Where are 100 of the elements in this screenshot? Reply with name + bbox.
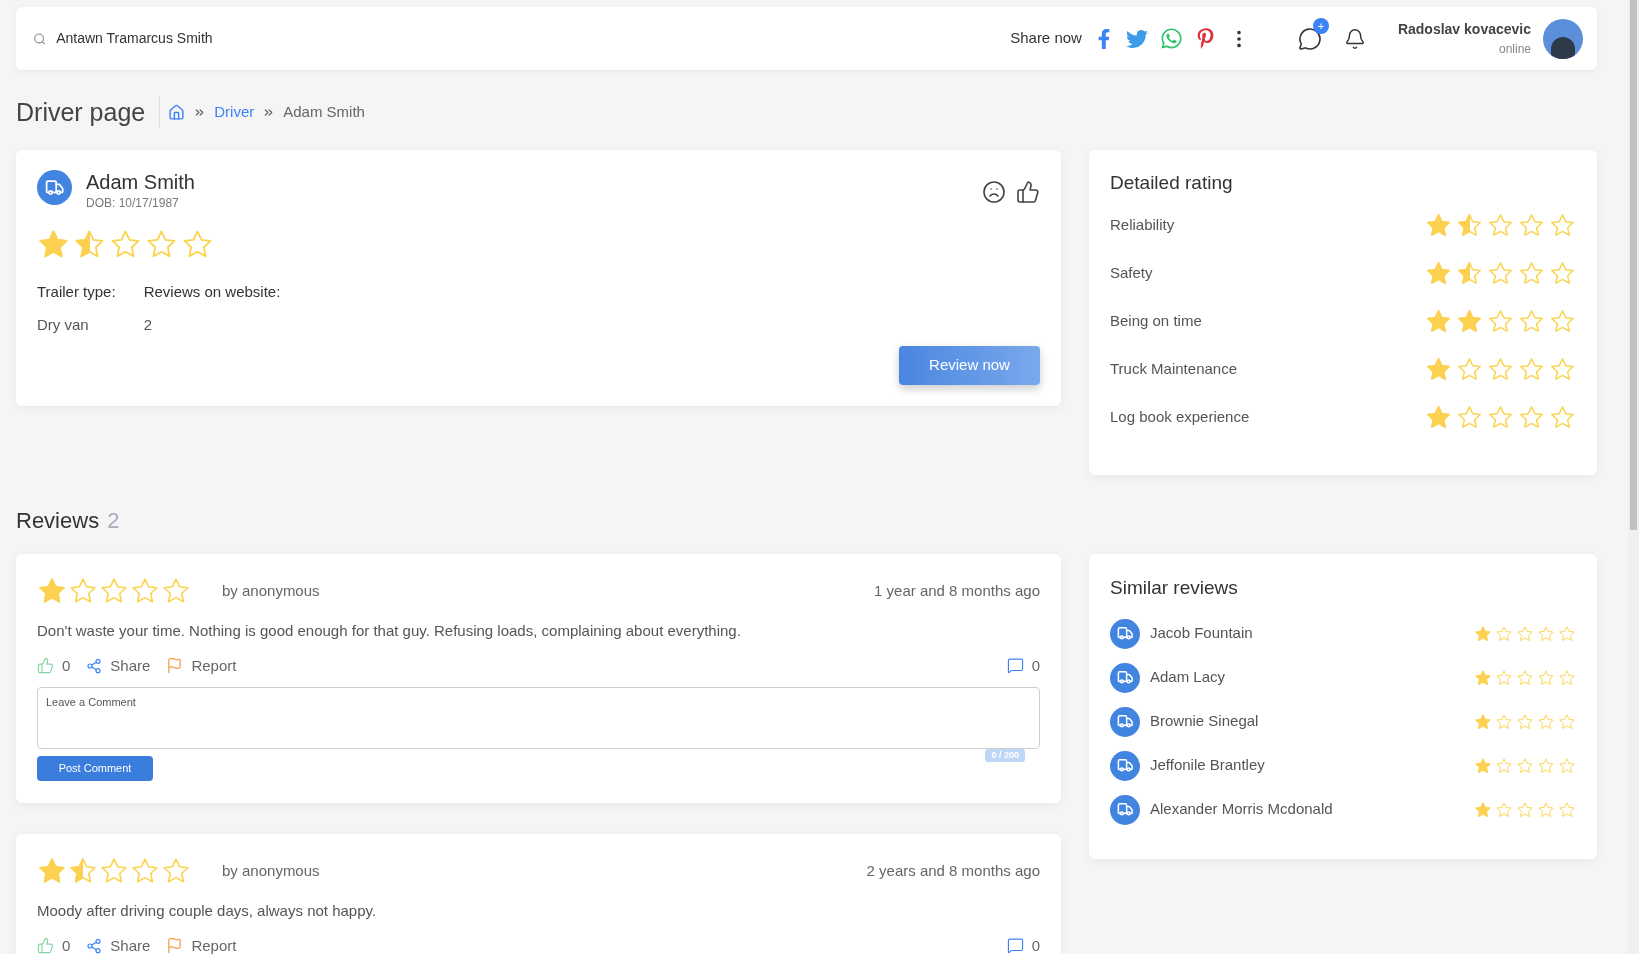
character-counter: 0 / 200 (985, 749, 1025, 762)
star-icon (68, 856, 98, 886)
star-icon (161, 576, 191, 606)
user-status: online (1498, 41, 1531, 58)
comment-field[interactable]: Leave a Comment (37, 687, 1040, 749)
share-icon (86, 937, 103, 954)
truck-icon (1110, 794, 1140, 825)
report-button[interactable]: Report (166, 934, 237, 954)
user-name: Radoslav kovacevic (1397, 20, 1531, 39)
star-icon (130, 576, 160, 606)
review-author: by anonymous (222, 860, 320, 881)
star-icon (1495, 624, 1513, 643)
home-icon[interactable] (168, 103, 186, 121)
star-icon (1474, 668, 1492, 687)
review-time: 1 year and 8 months ago (874, 580, 1040, 601)
star-icon (130, 856, 160, 886)
star-icon (1487, 404, 1514, 431)
similar-driver-name[interactable]: Jeffonile Brantley (1150, 754, 1265, 777)
star-icon (1518, 260, 1545, 287)
star-icon (1558, 624, 1576, 643)
search-icon (33, 31, 47, 46)
star-icon (1549, 308, 1576, 335)
post-comment-button[interactable]: Post Comment (37, 756, 153, 781)
breadcrumb-link[interactable]: Driver (214, 100, 255, 124)
report-button[interactable]: Report (166, 654, 237, 677)
star-icon (1516, 756, 1534, 775)
star-icon (1518, 356, 1545, 383)
star-icon (1474, 800, 1492, 819)
rating-label: Being on time (1110, 311, 1202, 332)
truck-icon (1110, 618, 1140, 649)
star-icon (1495, 712, 1513, 731)
review-time: 2 years and 8 months ago (866, 860, 1040, 881)
comment-icon (1006, 657, 1024, 675)
star-icon (1487, 308, 1514, 335)
star-icon (99, 576, 129, 606)
star-icon (1474, 624, 1492, 643)
rating-label: Safety (1110, 263, 1153, 284)
truck-icon (37, 170, 72, 205)
avatar-icon[interactable] (1543, 18, 1583, 59)
star-icon (1549, 356, 1576, 383)
twitter-icon[interactable] (1125, 27, 1148, 50)
star-icon (1549, 260, 1576, 287)
reviews-title: Reviews (16, 507, 100, 535)
star-icon (1558, 712, 1576, 731)
similar-driver-name[interactable]: Brownie Sinegal (1150, 710, 1259, 733)
comments-button[interactable]: 0 (1006, 934, 1040, 954)
star-icon (68, 576, 98, 606)
card-title: Similar reviews (1110, 576, 1239, 600)
share-button[interactable]: Share (86, 654, 151, 677)
star-icon (1456, 308, 1483, 335)
star-icon (1537, 800, 1555, 819)
comment-icon (1006, 937, 1024, 954)
star-icon (1516, 800, 1534, 819)
review-text: Don't waste your time. Nothing is good enough for that guy. Refusing loads, complaining about everything. (37, 621, 742, 641)
driver-dob: DOB: 10/17/1987 (86, 195, 180, 212)
review-text: Moody after driving couple days, always not happy. (37, 901, 378, 921)
star-icon (161, 856, 191, 886)
search-field[interactable]: Antawn Tramarcus Smith (56, 28, 433, 49)
thumbs-up-icon (37, 937, 54, 954)
thumbs-up-icon (37, 657, 54, 675)
share-icon (86, 657, 103, 674)
like-button[interactable]: 0 (37, 654, 71, 677)
star-icon (1537, 712, 1555, 731)
truck-icon (1110, 750, 1140, 781)
similar-driver-name[interactable]: Alexander Morris Mcdonald (1150, 798, 1333, 821)
bell-icon[interactable] (1343, 27, 1366, 50)
review-now-button[interactable]: Review now (899, 346, 1040, 385)
star-icon (1474, 712, 1492, 731)
star-icon (1474, 756, 1492, 775)
star-icon (1487, 356, 1514, 383)
star-icon (1518, 308, 1545, 335)
share-label: Share now (1010, 28, 1082, 49)
star-icon (1518, 404, 1545, 431)
star-icon (1516, 624, 1534, 643)
like-button[interactable]: 0 (37, 934, 71, 954)
share-button[interactable]: Share (86, 934, 151, 954)
sad-face-icon[interactable] (982, 180, 1006, 204)
star-icon (1537, 624, 1555, 643)
rating-label: Reliability (1110, 215, 1175, 236)
field-value: 2 (143, 314, 153, 335)
comments-button[interactable]: 0 (1006, 654, 1040, 677)
star-icon (1558, 668, 1576, 687)
star-icon (1549, 404, 1576, 431)
star-icon (1516, 712, 1534, 731)
card-title: Detailed rating (1110, 171, 1234, 195)
star-icon (99, 856, 129, 886)
star-icon (1425, 212, 1452, 239)
similar-driver-name[interactable]: Adam Lacy (1150, 666, 1226, 689)
similar-driver-name[interactable]: Jacob Fountain (1150, 622, 1253, 645)
thumbs-up-icon[interactable] (1016, 180, 1040, 204)
driver-name: Adam Smith (86, 170, 195, 194)
star-icon (1425, 308, 1452, 335)
star-icon (1558, 800, 1576, 819)
star-icon (1537, 756, 1555, 775)
star-icon (1456, 404, 1483, 431)
star-icon (37, 856, 67, 886)
star-icon (1425, 260, 1452, 287)
notification-badge: + (1312, 17, 1329, 34)
star-icon (1516, 668, 1534, 687)
star-icon (1518, 212, 1545, 239)
